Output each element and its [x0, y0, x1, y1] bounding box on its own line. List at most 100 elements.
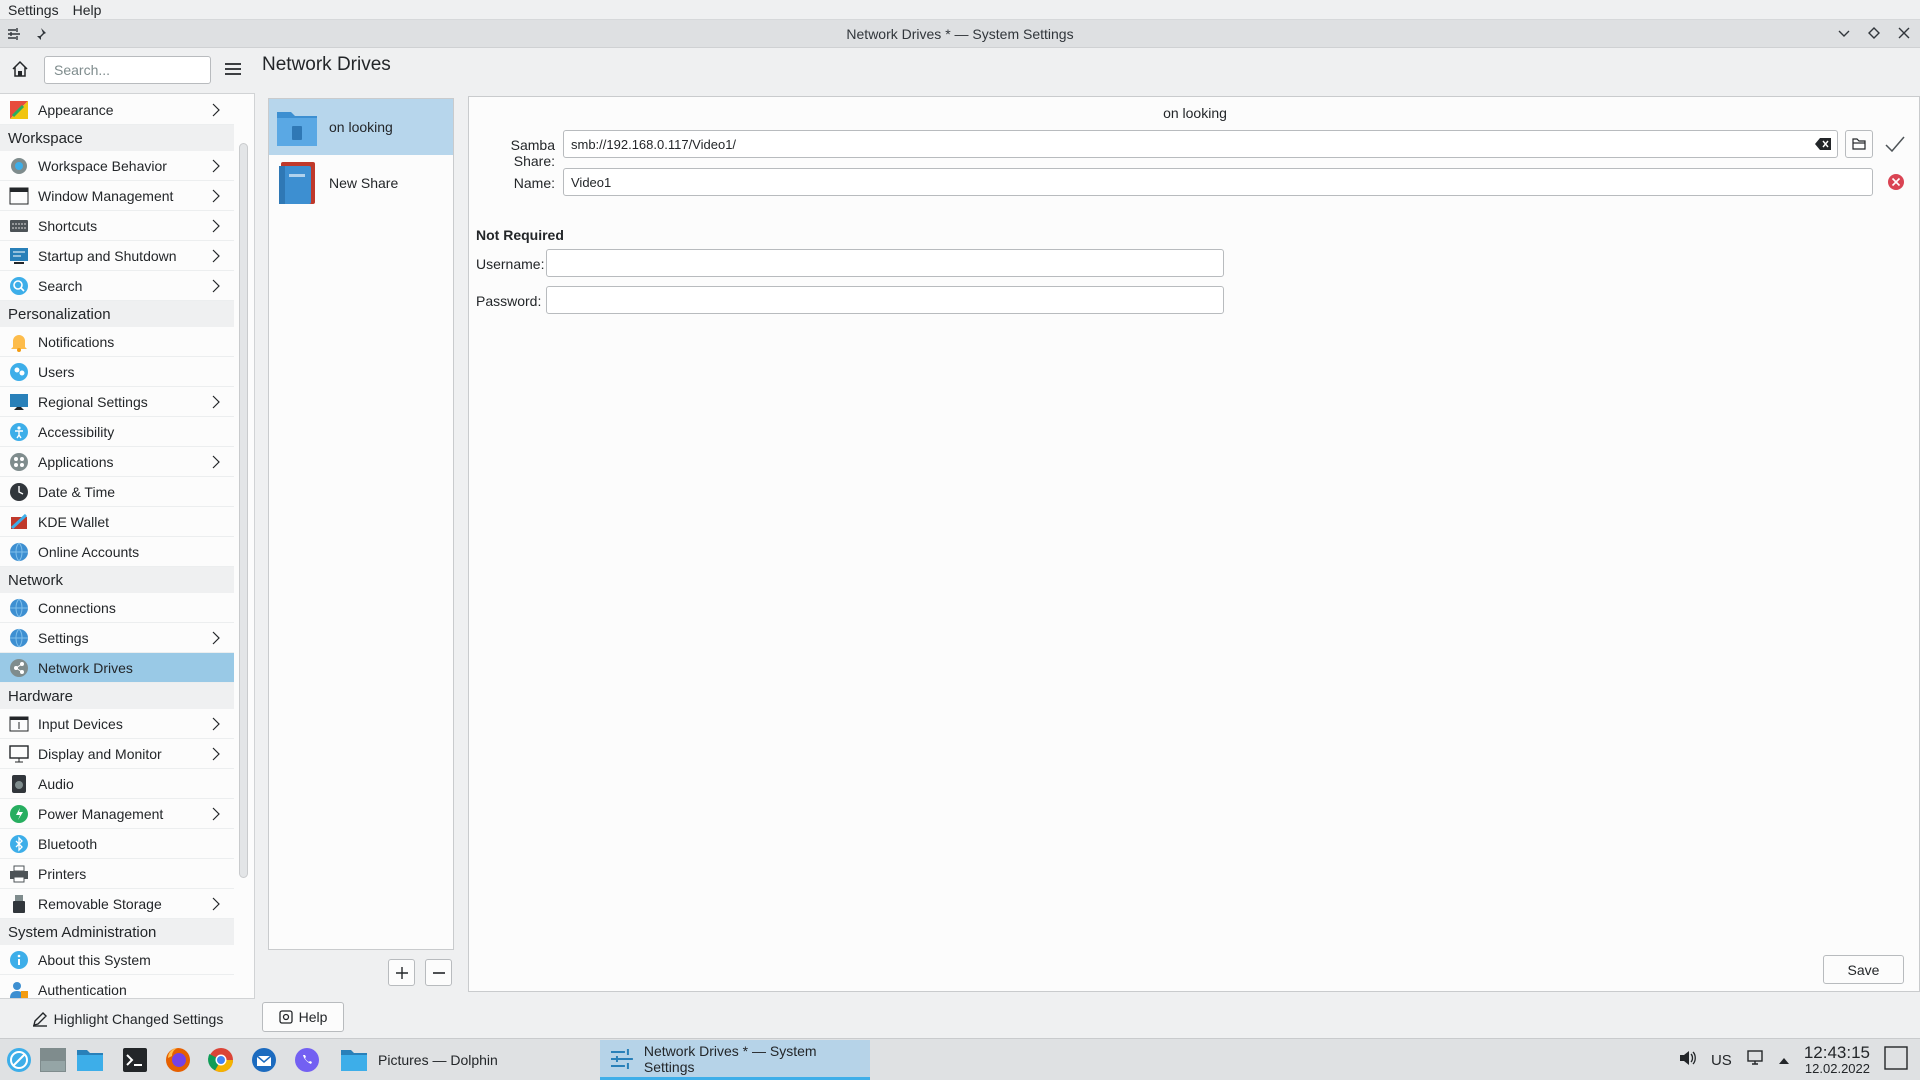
hamburger-menu-icon[interactable]	[224, 60, 244, 80]
sidebar-item-label: Display and Monitor	[38, 745, 162, 762]
share-item-new-share[interactable]: New Share	[269, 155, 453, 211]
users-icon	[8, 362, 30, 382]
samba-share-input[interactable]: smb://192.168.0.117/Video1/	[563, 130, 1838, 158]
sidebar-item-label: Applications	[38, 453, 114, 470]
keyboard-layout[interactable]: US	[1711, 1052, 1732, 1069]
sidebar-item-shortcuts[interactable]: Shortcuts	[0, 211, 234, 241]
detail-header: on looking	[1163, 105, 1227, 121]
tray-expand-icon[interactable]	[1778, 1052, 1790, 1069]
task-system-settings[interactable]: Network Drives * — System Settings	[600, 1040, 870, 1080]
sidebar-item-accessibility[interactable]: Accessibility	[0, 417, 234, 447]
network-icon[interactable]	[1746, 1050, 1764, 1070]
sidebar-item-removable-storage[interactable]: Removable Storage	[0, 889, 234, 919]
file-manager-icon[interactable]	[75, 1045, 105, 1075]
clear-text-icon[interactable]	[1815, 138, 1831, 150]
chevron-right-icon	[212, 159, 222, 173]
menu-help[interactable]: Help	[71, 2, 104, 18]
sidebar-item-kde-wallet[interactable]: KDE Wallet	[0, 507, 234, 537]
clock-time: 12:43:15	[1803, 1043, 1870, 1063]
sidebar-item-applications[interactable]: Applications	[0, 447, 234, 477]
volume-icon[interactable]	[1679, 1050, 1697, 1070]
sidebar-item-workspace-behavior[interactable]: Workspace Behavior	[0, 151, 234, 181]
sidebar-category: Personalization	[0, 301, 234, 327]
sidebar-item-about-this-system[interactable]: About this System	[0, 945, 234, 975]
task-dolphin[interactable]: Pictures — Dolphin	[330, 1040, 596, 1080]
sidebar-item-settings[interactable]: Settings	[0, 623, 234, 653]
sidebar-item-printers[interactable]: Printers	[0, 859, 234, 889]
highlight-label: Highlight Changed Settings	[53, 1010, 224, 1027]
search-input[interactable]	[44, 56, 211, 84]
name-input[interactable]: Video1	[563, 168, 1873, 196]
apply-button[interactable]	[1883, 133, 1907, 155]
share-label: New Share	[329, 175, 399, 191]
sidebar-item-date-time[interactable]: Date & Time	[0, 477, 234, 507]
minimize-icon[interactable]	[1836, 24, 1852, 42]
share-list: on looking New Share	[268, 98, 454, 950]
sidebar-category: System Administration	[0, 919, 234, 945]
page-title: Network Drives	[262, 54, 391, 75]
chrome-icon[interactable]	[206, 1045, 236, 1075]
sidebar-category: Network	[0, 567, 234, 593]
workspace-icon	[8, 156, 30, 176]
password-label: Password:	[476, 293, 542, 309]
sidebar-item-audio[interactable]: Audio	[0, 769, 234, 799]
maximize-icon[interactable]	[1866, 24, 1882, 42]
search-icon	[8, 276, 30, 296]
sidebar-item-label: Bluetooth	[38, 835, 98, 852]
sidebar-item-input-devices[interactable]: Input Devices	[0, 709, 234, 739]
pin-icon[interactable]	[32, 25, 48, 43]
chevron-right-icon	[212, 807, 222, 821]
app-menu-icon[interactable]	[6, 25, 22, 43]
highlight-changed-button[interactable]: Highlight Changed Settings	[0, 998, 255, 1038]
username-input[interactable]	[546, 249, 1224, 277]
startup-icon	[8, 246, 30, 266]
remove-share-button[interactable]	[425, 959, 452, 986]
sidebar-item-bluetooth[interactable]: Bluetooth	[0, 829, 234, 859]
wallet-icon	[8, 512, 30, 532]
global-menu-bar: Settings Help	[0, 0, 1920, 20]
chevron-right-icon	[212, 897, 222, 911]
browse-folder-button[interactable]	[1845, 130, 1873, 158]
sidebar-item-startup-and-shutdown[interactable]: Startup and Shutdown	[0, 241, 234, 271]
sidebar-item-notifications[interactable]: Notifications	[0, 327, 234, 357]
sidebar-scrollbar[interactable]	[239, 143, 248, 878]
sidebar-item-network-drives[interactable]: Network Drives	[0, 653, 234, 683]
sidebar-item-window-management[interactable]: Window Management	[0, 181, 234, 211]
sidebar-toolbar	[0, 48, 255, 94]
sidebar-item-connections[interactable]: Connections	[0, 593, 234, 623]
sidebar-item-display-and-monitor[interactable]: Display and Monitor	[0, 739, 234, 769]
share-item-on-looking[interactable]: on looking	[269, 99, 453, 155]
help-label: Help	[298, 1009, 328, 1025]
sidebar-item-regional-settings[interactable]: Regional Settings	[0, 387, 234, 417]
add-share-button[interactable]	[388, 959, 415, 986]
sidebar-item-label: Network Drives	[38, 659, 133, 676]
sidebar-nav: Appearance Workspace Workspace Behavior Win…	[0, 95, 234, 1045]
sidebar-item-power-management[interactable]: Power Management	[0, 799, 234, 829]
desktop-pager-icon[interactable]	[38, 1045, 68, 1075]
settings-sidebar: Appearance Workspace Workspace Behavior Win…	[0, 48, 255, 1038]
sidebar-item-users[interactable]: Users	[0, 357, 234, 387]
thunderbird-icon[interactable]	[249, 1045, 279, 1075]
info-icon	[8, 950, 30, 970]
home-icon[interactable]	[10, 59, 32, 81]
task-label: Pictures — Dolphin	[378, 1052, 498, 1068]
save-button[interactable]: Save	[1823, 955, 1904, 984]
sidebar-item-search[interactable]: Search	[0, 271, 234, 301]
chevron-right-icon	[212, 455, 222, 469]
clock-date: 12.02.2022	[1804, 1061, 1870, 1077]
viber-icon[interactable]	[292, 1045, 322, 1075]
help-button[interactable]: Help	[262, 1002, 344, 1032]
sidebar-item-label: Search	[38, 277, 83, 294]
help-icon	[278, 1010, 293, 1024]
password-input[interactable]	[546, 286, 1224, 314]
sidebar-item-label: KDE Wallet	[38, 513, 110, 530]
close-icon[interactable]	[1896, 24, 1912, 42]
terminal-icon[interactable]	[120, 1045, 150, 1075]
clock[interactable]: 12:43:15 12.02.2022	[1804, 1044, 1870, 1075]
firefox-icon[interactable]	[163, 1045, 193, 1075]
menu-settings[interactable]: Settings	[6, 2, 61, 18]
sidebar-item-appearance[interactable]: Appearance	[0, 95, 234, 125]
app-launcher-icon[interactable]	[4, 1045, 34, 1075]
sidebar-item-online-accounts[interactable]: Online Accounts	[0, 537, 234, 567]
show-desktop-icon[interactable]	[1884, 1046, 1908, 1074]
